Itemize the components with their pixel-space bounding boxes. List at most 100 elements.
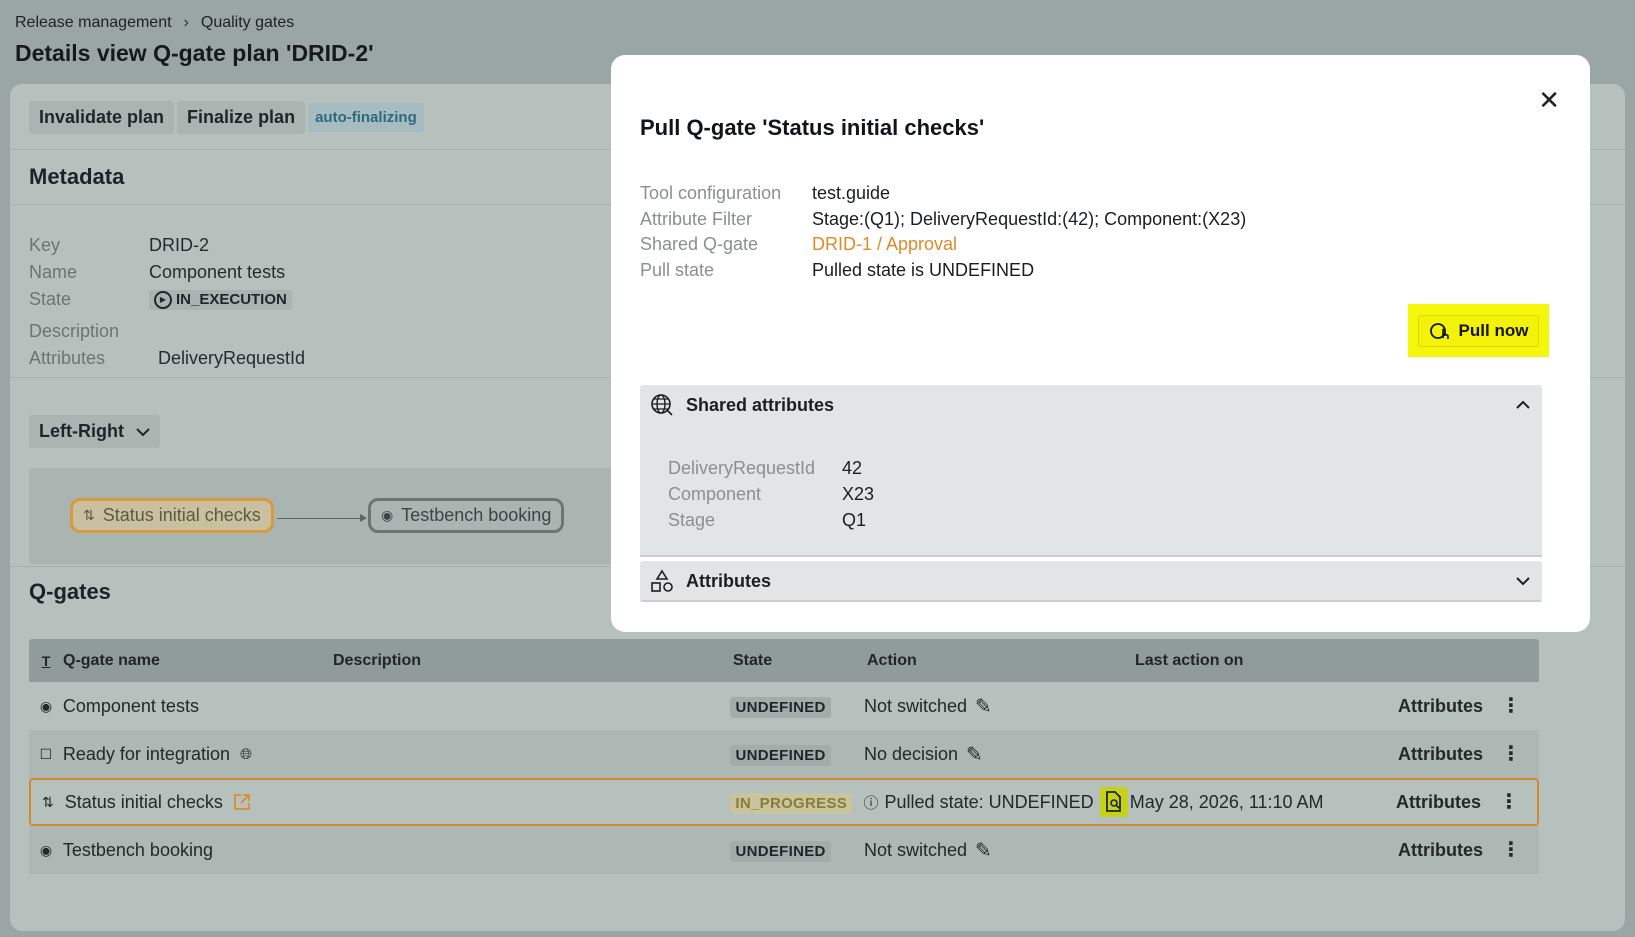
globe-icon — [651, 394, 673, 416]
attribute-key: Stage — [668, 509, 716, 530]
breadcrumb-item-quality-gates[interactable]: Quality gates — [201, 14, 294, 32]
col-state-header[interactable]: State — [733, 652, 867, 670]
attributes-button[interactable]: Attributes — [1396, 792, 1481, 813]
breadcrumb: Release management › Quality gates — [15, 14, 374, 32]
shared-qgate-link[interactable]: DRID-1 / Approval — [812, 234, 957, 255]
chevron-down-icon — [136, 427, 150, 436]
attribute-filter-label: Attribute Filter — [640, 208, 753, 229]
status-badge: UNDEFINED — [730, 840, 831, 862]
qgate-last-action: May 28, 2026, 11:10 AM — [1129, 791, 1324, 812]
shared-qgate-label: Shared Q-gate — [640, 234, 759, 255]
qgate-action: Not switched — [863, 695, 967, 716]
status-badge: UNDEFINED — [730, 744, 831, 766]
status-badge: IN_PROGRESS — [730, 792, 853, 814]
table-header: T Q-gate name Description State Action L… — [29, 639, 1539, 682]
col-last-action-header[interactable]: Last action on — [1135, 652, 1403, 670]
qgates-title: Q-gates — [29, 579, 111, 604]
shared-attributes-panel: Shared attributes DeliveryRequestId 42 Co… — [640, 385, 1542, 557]
tool-config-label: Tool configuration — [640, 183, 782, 204]
attributes-button[interactable]: Attributes — [1398, 696, 1483, 717]
finalize-plan-button[interactable]: Finalize plan — [177, 101, 306, 134]
qgate-name: Component tests — [62, 695, 199, 716]
pencil-icon[interactable]: ✎ — [966, 742, 983, 767]
flow-edge — [277, 514, 367, 522]
pull-now-button[interactable]: Pull now — [1417, 314, 1540, 347]
plan-toolbar: Invalidate plan Finalize plan auto-final… — [29, 101, 424, 134]
pull-arrows-icon: ⇅ — [83, 507, 95, 523]
attributes-button[interactable]: Attributes — [1398, 840, 1483, 861]
attribute-key: DeliveryRequestId — [668, 457, 816, 478]
pencil-icon[interactable]: ✎ — [975, 694, 992, 719]
invalidate-plan-button[interactable]: Invalidate plan — [29, 101, 175, 134]
meta-attributes-value: DeliveryRequestId — [158, 348, 306, 368]
meta-attributes-label: Attributes — [29, 348, 106, 368]
table-row[interactable]: ◉ Testbench booking UNDEFINED Not switch… — [29, 826, 1539, 874]
attribute-value: 42 — [842, 457, 863, 478]
qgates-table: T Q-gate name Description State Action L… — [29, 639, 1539, 874]
pull-info-list: Tool configuration test.guide Attribute F… — [640, 181, 1246, 283]
pull-icon — [1429, 322, 1449, 339]
shapes-icon — [651, 569, 673, 592]
breadcrumb-item-release-management[interactable]: Release management — [15, 14, 172, 32]
shared-attributes-list: DeliveryRequestId 42 Component X23 Stage Q1 — [640, 425, 1542, 533]
col-action-header[interactable]: Action — [867, 652, 1135, 670]
pull-qgate-dialog: ✕ Pull Q-gate 'Status initial checks' To… — [611, 55, 1590, 632]
pull-now-label: Pull now — [1458, 320, 1529, 340]
table-row[interactable]: ⇅ Status initial checks IN_PROGRESS ⓘ Pu… — [29, 778, 1539, 826]
attributes-button[interactable]: Attributes — [1398, 744, 1483, 765]
page-title: Details view Q-gate plan 'DRID-2' — [15, 40, 374, 66]
state-badge-text: IN_EXECUTION — [176, 291, 287, 308]
col-description-header[interactable]: Description — [333, 652, 733, 670]
chevron-up-icon[interactable] — [1516, 400, 1530, 410]
more-vertical-icon[interactable]: ⋮ — [1501, 696, 1521, 716]
more-vertical-icon[interactable]: ⋮ — [1501, 744, 1521, 764]
help-circle-icon: ⓘ — [863, 794, 879, 812]
more-vertical-icon[interactable]: ⋮ — [1501, 840, 1521, 860]
table-row[interactable]: ◉ Component tests UNDEFINED Not switched… — [29, 682, 1539, 730]
col-name-header[interactable]: Q-gate name — [63, 652, 333, 670]
breadcrumb-separator: › — [183, 14, 189, 31]
flow-node-label: Status initial checks — [102, 505, 261, 525]
chevron-down-icon[interactable] — [1516, 576, 1530, 586]
attributes-panel-header[interactable]: Attributes — [640, 561, 1542, 601]
flow-node-status-initial-checks[interactable]: ⇅ Status initial checks — [70, 498, 274, 533]
table-row[interactable]: ☐ Ready for integration 🌐︎ UNDEFINED No … — [29, 730, 1539, 778]
pull-now-highlight: Pull now — [1408, 304, 1549, 357]
qgate-action: Pulled state: UNDEFINED — [884, 791, 1094, 812]
flow-node-label: Testbench booking — [401, 505, 552, 525]
pencil-icon[interactable]: ✎ — [975, 838, 992, 863]
attributes-panel: Attributes — [640, 561, 1542, 602]
flow-node-testbench-booking[interactable]: ◉ Testbench booking — [368, 498, 565, 533]
attribute-filter-value: Stage:(Q1); DeliveryRequestId:(42); Comp… — [812, 208, 1247, 229]
meta-key-value: DRID-2 — [149, 235, 210, 255]
more-vertical-icon[interactable]: ⋮ — [1499, 792, 1519, 812]
meta-name-label: Name — [29, 262, 78, 282]
qgate-action: No decision — [863, 743, 959, 764]
meta-key-label: Key — [29, 235, 61, 255]
state-badge: ▶ IN_EXECUTION — [149, 289, 292, 310]
list-item: DeliveryRequestId 42 — [668, 455, 1542, 481]
attribute-value: Q1 — [842, 509, 867, 530]
qgate-name: Ready for integration — [62, 743, 230, 764]
external-link-icon[interactable] — [233, 793, 251, 811]
list-item: Component X23 — [668, 481, 1542, 507]
checkbox-icon: ☐ — [39, 745, 53, 762]
pull-state-value: Pulled state is UNDEFINED — [812, 259, 1035, 280]
play-circle-icon: ▶ — [154, 290, 172, 309]
page-header: Release management › Quality gates Detai… — [15, 14, 374, 67]
qgate-action: Not switched — [863, 839, 967, 860]
document-search-icon[interactable] — [1099, 787, 1128, 817]
close-icon[interactable]: ✕ — [1538, 85, 1560, 116]
qgate-name: Status initial checks — [64, 791, 223, 812]
meta-state-label: State — [29, 289, 72, 309]
radio-dot-icon: ◉ — [39, 841, 53, 858]
attribute-value: X23 — [842, 483, 875, 504]
layout-direction-select[interactable]: Left-Right — [29, 415, 160, 448]
col-type-header[interactable]: T — [29, 653, 63, 669]
dialog-title: Pull Q-gate 'Status initial checks' — [640, 115, 985, 140]
auto-finalizing-badge: auto-finalizing — [308, 103, 424, 132]
shared-attributes-header[interactable]: Shared attributes — [640, 385, 1542, 425]
metadata-title: Metadata — [29, 164, 125, 189]
qgate-name: Testbench booking — [62, 839, 213, 860]
pull-arrows-icon: ⇅ — [42, 793, 54, 810]
